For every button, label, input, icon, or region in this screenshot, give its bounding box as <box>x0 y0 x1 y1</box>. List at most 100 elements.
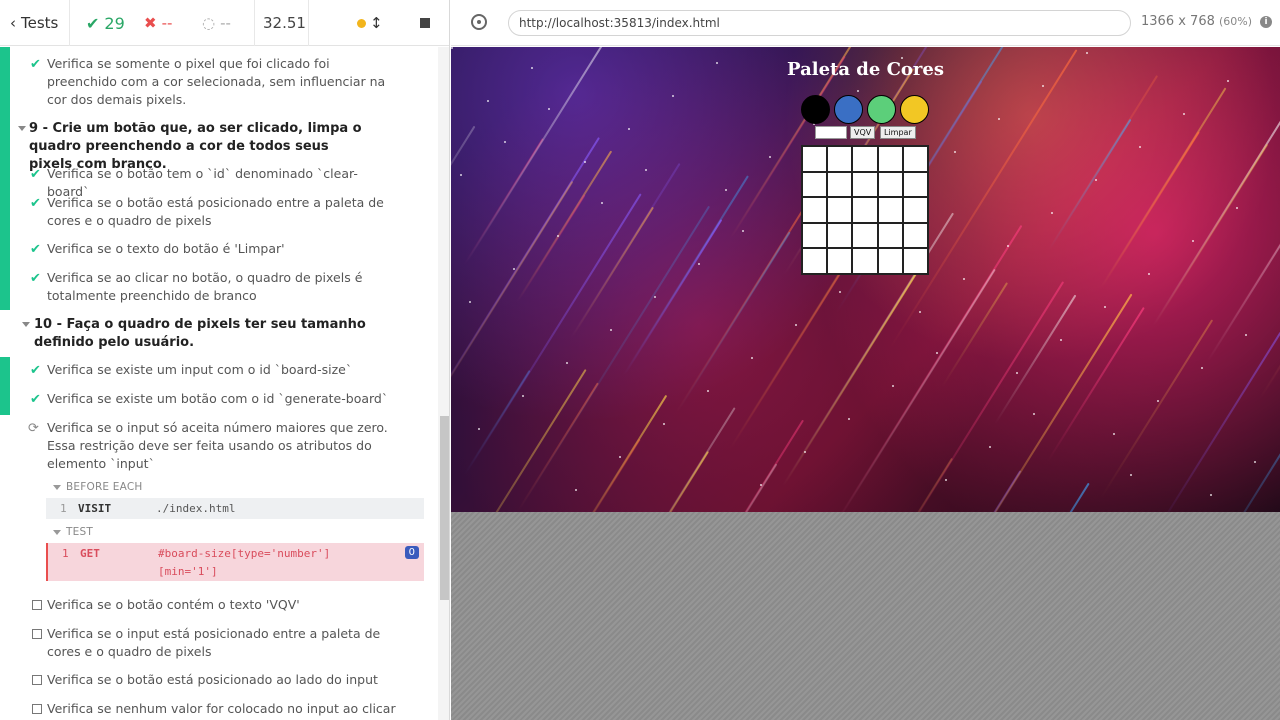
command-name: GET <box>80 547 100 560</box>
color-palette <box>801 95 931 125</box>
aut-frame: Paleta de Cores VQV Limpar <box>451 47 1280 720</box>
test-title: Verifica se o botão está posicionado ent… <box>47 195 384 228</box>
pending-value: -- <box>220 14 231 32</box>
pixel[interactable] <box>802 171 828 198</box>
command-name: VISIT <box>78 502 112 515</box>
test-row[interactable]: ✔ Verifica se somente o pixel que foi cl… <box>0 55 420 109</box>
runnable-list: ✔ Verifica se somente o pixel que foi cl… <box>0 47 449 720</box>
pixel[interactable] <box>877 146 903 172</box>
command-message: ./index.html <box>156 502 236 515</box>
pixel[interactable] <box>827 248 853 274</box>
pixel[interactable] <box>902 197 928 223</box>
pixel[interactable] <box>852 222 878 249</box>
check-icon: ✔ <box>30 242 41 257</box>
pixel[interactable] <box>877 171 903 198</box>
passed-bar <box>0 357 10 415</box>
pixel[interactable] <box>802 197 828 223</box>
refresh-icon: ⟳ <box>28 421 39 436</box>
checkbox-icon <box>32 704 42 714</box>
pixel[interactable] <box>877 222 903 249</box>
check-icon: ✔ <box>30 392 41 407</box>
autoscroll-toggle-icon[interactable]: ↕ <box>370 14 383 32</box>
pixel[interactable] <box>827 171 853 198</box>
section-label: TEST <box>66 526 93 538</box>
tests-label: Tests <box>21 14 59 32</box>
passed-value: 29 <box>104 13 125 33</box>
generate-board-button[interactable]: VQV <box>850 126 876 139</box>
circle-icon: ◌ <box>202 14 216 32</box>
checkbox-icon <box>32 629 42 639</box>
caret-down-icon <box>18 126 26 131</box>
check-icon: ✔ <box>86 13 100 33</box>
command-number: 1 <box>60 502 67 515</box>
info-icon[interactable]: i <box>1260 16 1272 28</box>
pixel[interactable] <box>902 146 928 172</box>
checkbox-icon <box>32 600 42 610</box>
command-message: #board-size[type='number'] [min='1'] <box>158 547 331 578</box>
check-icon: ✔ <box>30 167 41 182</box>
pixel[interactable] <box>877 248 903 274</box>
element-count-badge: 0 <box>404 546 419 559</box>
x-icon: ✖ <box>144 14 157 32</box>
pixel-board <box>801 145 929 275</box>
command-number: 1 <box>62 547 69 560</box>
pixel[interactable] <box>802 222 828 249</box>
url-bar[interactable]: http://localhost:35813/index.html <box>508 10 1131 36</box>
command-visit[interactable]: 1 VISIT ./index.html <box>46 498 424 519</box>
viewport-info: 1366 x 768 (60%) <box>1141 14 1252 29</box>
palette-color[interactable] <box>834 95 863 124</box>
viewport-scale: (60%) <box>1219 15 1253 28</box>
test-title: Verifica se o input só aceita número mai… <box>47 420 388 471</box>
viewport-size: 1366 x 768 <box>1141 14 1215 29</box>
duration: 32.51 <box>254 0 309 46</box>
failed-count: ✖ -- <box>132 0 192 46</box>
test-title: Verifica se existe um input com o id `bo… <box>47 362 353 377</box>
passed-count: ✔ 29 <box>70 0 132 46</box>
running-indicator-icon <box>357 18 366 28</box>
aut-header: http://localhost:35813/index.html 1366 x… <box>451 0 1280 46</box>
test-title: Verifica se somente o pixel que foi clic… <box>47 56 386 107</box>
caret-down-icon <box>22 322 30 327</box>
tests-back-button[interactable]: ‹ Tests <box>0 0 70 46</box>
check-icon: ✔ <box>30 57 41 72</box>
section-label: BEFORE EACH <box>66 481 143 493</box>
pixel[interactable] <box>852 248 878 274</box>
stop-button[interactable] <box>400 0 449 46</box>
pixel[interactable] <box>827 197 853 223</box>
test-title: Verifica se ao clicar no botão, o quadro… <box>47 270 363 303</box>
reporter-header: ‹ Tests ✔ 29 ✖ -- ◌ -- 32.51 ↕ <box>0 0 449 46</box>
scrollbar-thumb[interactable] <box>440 416 449 600</box>
pixel[interactable] <box>852 146 878 172</box>
scrollbar-track[interactable] <box>438 47 449 720</box>
page-title: Paleta de Cores <box>787 59 944 80</box>
pixel[interactable] <box>902 248 928 274</box>
palette-color[interactable] <box>867 95 896 124</box>
pixel[interactable] <box>852 197 878 223</box>
check-icon: ✔ <box>30 363 41 378</box>
pixel[interactable] <box>877 197 903 223</box>
pixel[interactable] <box>827 146 853 172</box>
test-title: Verifica se o texto do botão é 'Limpar' <box>47 241 285 256</box>
palette-color[interactable] <box>801 95 830 124</box>
board-size-input[interactable] <box>815 126 847 139</box>
suite-title: 10 - Faça o quadro de pixels ter seu tam… <box>34 317 366 350</box>
pixel[interactable] <box>827 222 853 249</box>
stop-icon <box>420 18 430 28</box>
selector-playground-icon[interactable] <box>471 14 487 30</box>
test-title: Verifica se o botão está posicionado ao … <box>47 672 378 687</box>
palette-color[interactable] <box>900 95 929 124</box>
check-icon: ✔ <box>30 196 41 211</box>
check-icon: ✔ <box>30 271 41 286</box>
pending-count: ◌ -- <box>192 0 254 46</box>
pixel[interactable] <box>802 146 828 172</box>
test-reporter: ‹ Tests ✔ 29 ✖ -- ◌ -- 32.51 ↕ ✔ Verific… <box>0 0 450 720</box>
test-title: Verifica se o input está posicionado ent… <box>47 626 381 659</box>
clear-board-button[interactable]: Limpar <box>880 126 916 139</box>
pixel[interactable] <box>902 171 928 198</box>
command-get[interactable]: 1 GET #board-size[type='number'] [min='1… <box>46 543 424 581</box>
pixel[interactable] <box>902 222 928 249</box>
pixel[interactable] <box>802 248 828 274</box>
failed-value: -- <box>161 14 173 32</box>
pixel[interactable] <box>852 171 878 198</box>
caret-down-icon <box>53 485 61 490</box>
